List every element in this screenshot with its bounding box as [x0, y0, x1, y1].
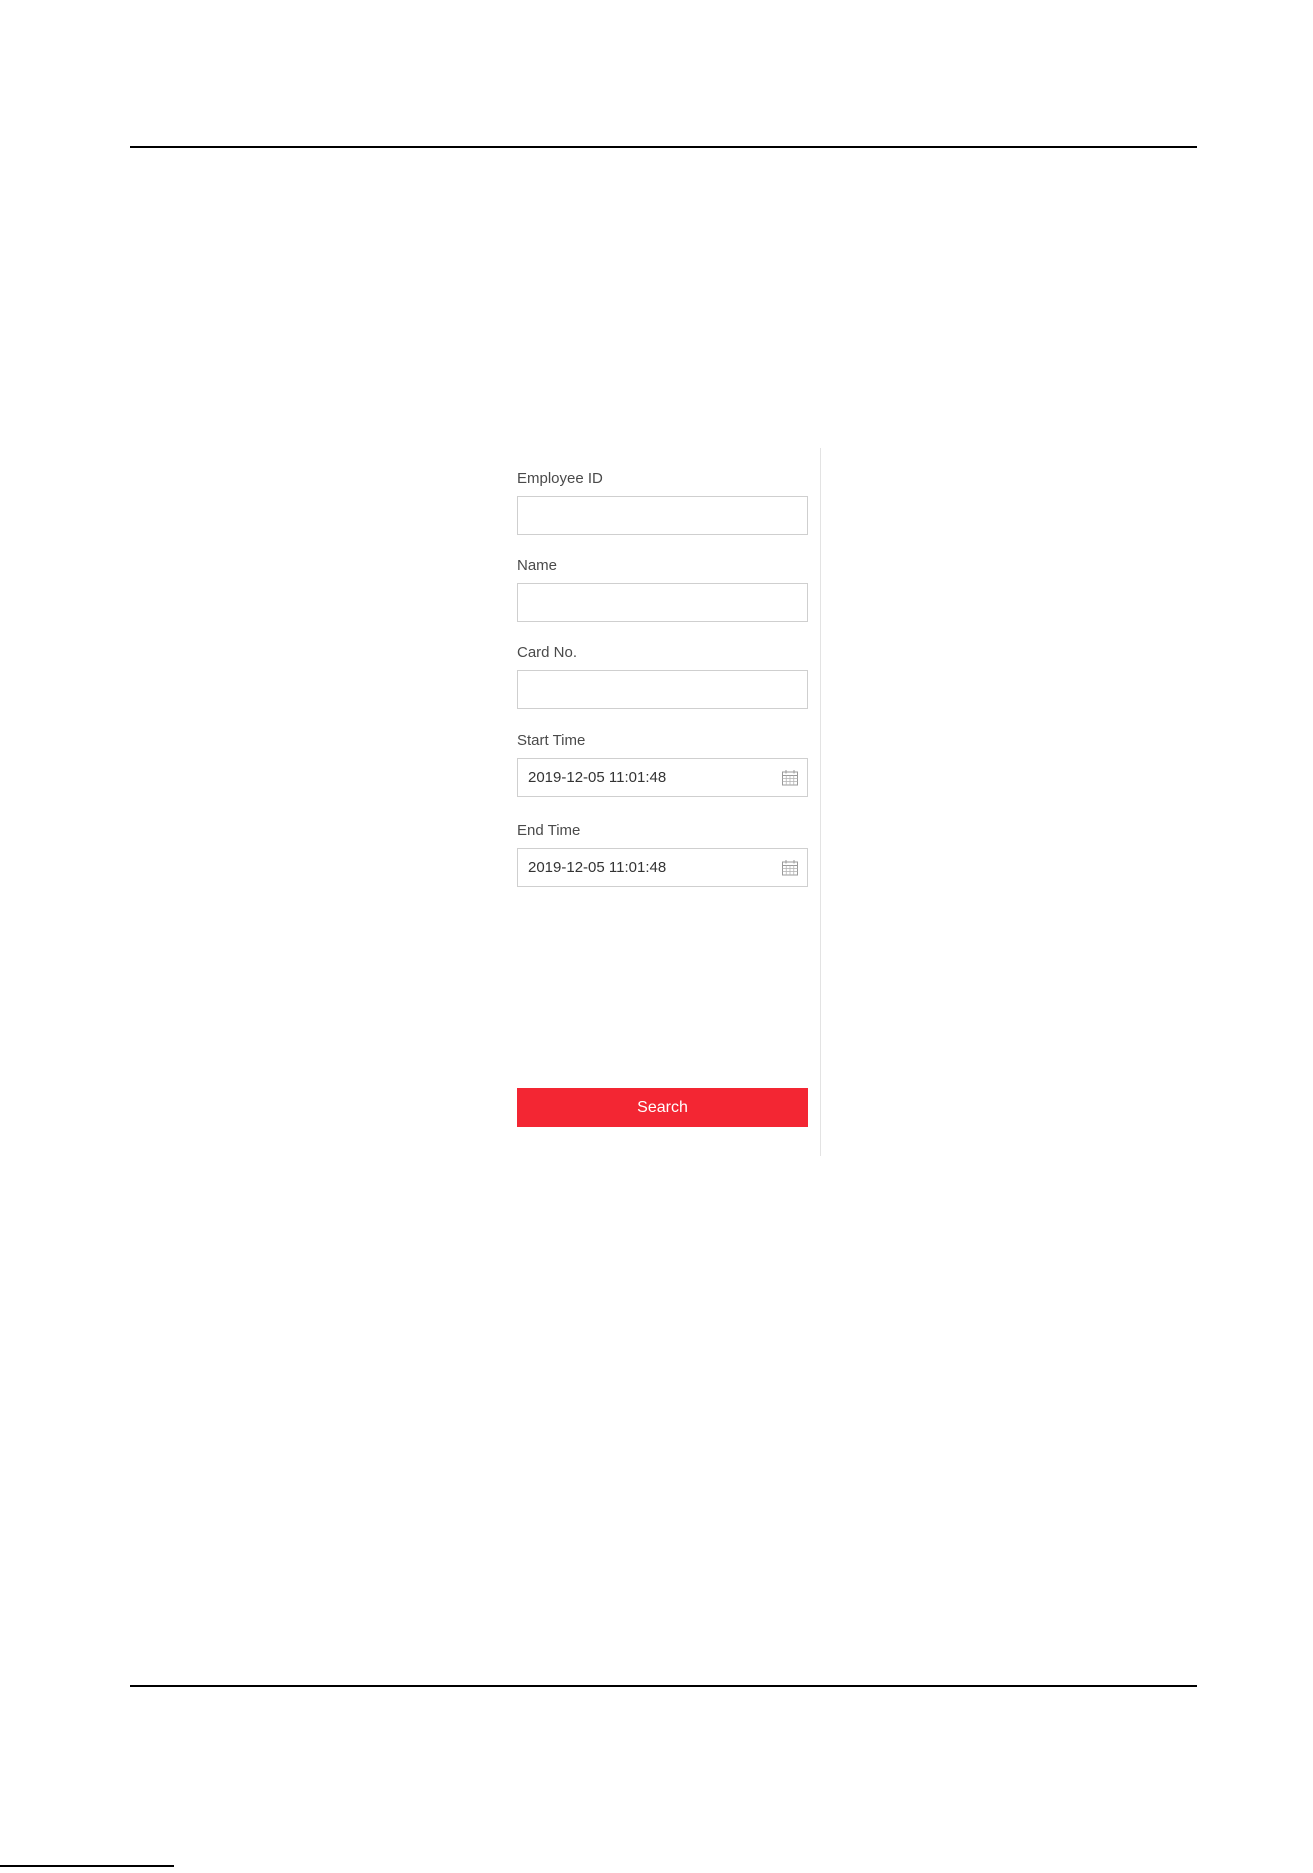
name-label: Name: [517, 557, 558, 574]
footer-edge-rule: [0, 1865, 174, 1867]
end-time-input[interactable]: 2019-12-05 11:01:48: [517, 848, 808, 887]
start-time-value: 2019-12-05 11:01:48: [528, 769, 667, 786]
end-time-label: End Time: [517, 822, 581, 839]
start-time-input[interactable]: 2019-12-05 11:01:48: [517, 758, 808, 797]
employee-id-input[interactable]: [517, 496, 808, 535]
card-no-input[interactable]: [517, 670, 808, 709]
calendar-icon[interactable]: [781, 769, 799, 787]
page-bottom-rule: [130, 1685, 1197, 1687]
name-input[interactable]: [517, 583, 808, 622]
card-no-label: Card No.: [517, 644, 578, 661]
calendar-icon[interactable]: [781, 859, 799, 877]
page-top-rule: [130, 146, 1197, 148]
end-time-value: 2019-12-05 11:01:48: [528, 859, 667, 876]
search-button[interactable]: Search: [517, 1088, 808, 1127]
start-time-label: Start Time: [517, 732, 586, 749]
employee-id-label: Employee ID: [517, 470, 603, 487]
search-filter-panel: Employee ID Name Card No. Start Time 201…: [505, 448, 821, 1156]
